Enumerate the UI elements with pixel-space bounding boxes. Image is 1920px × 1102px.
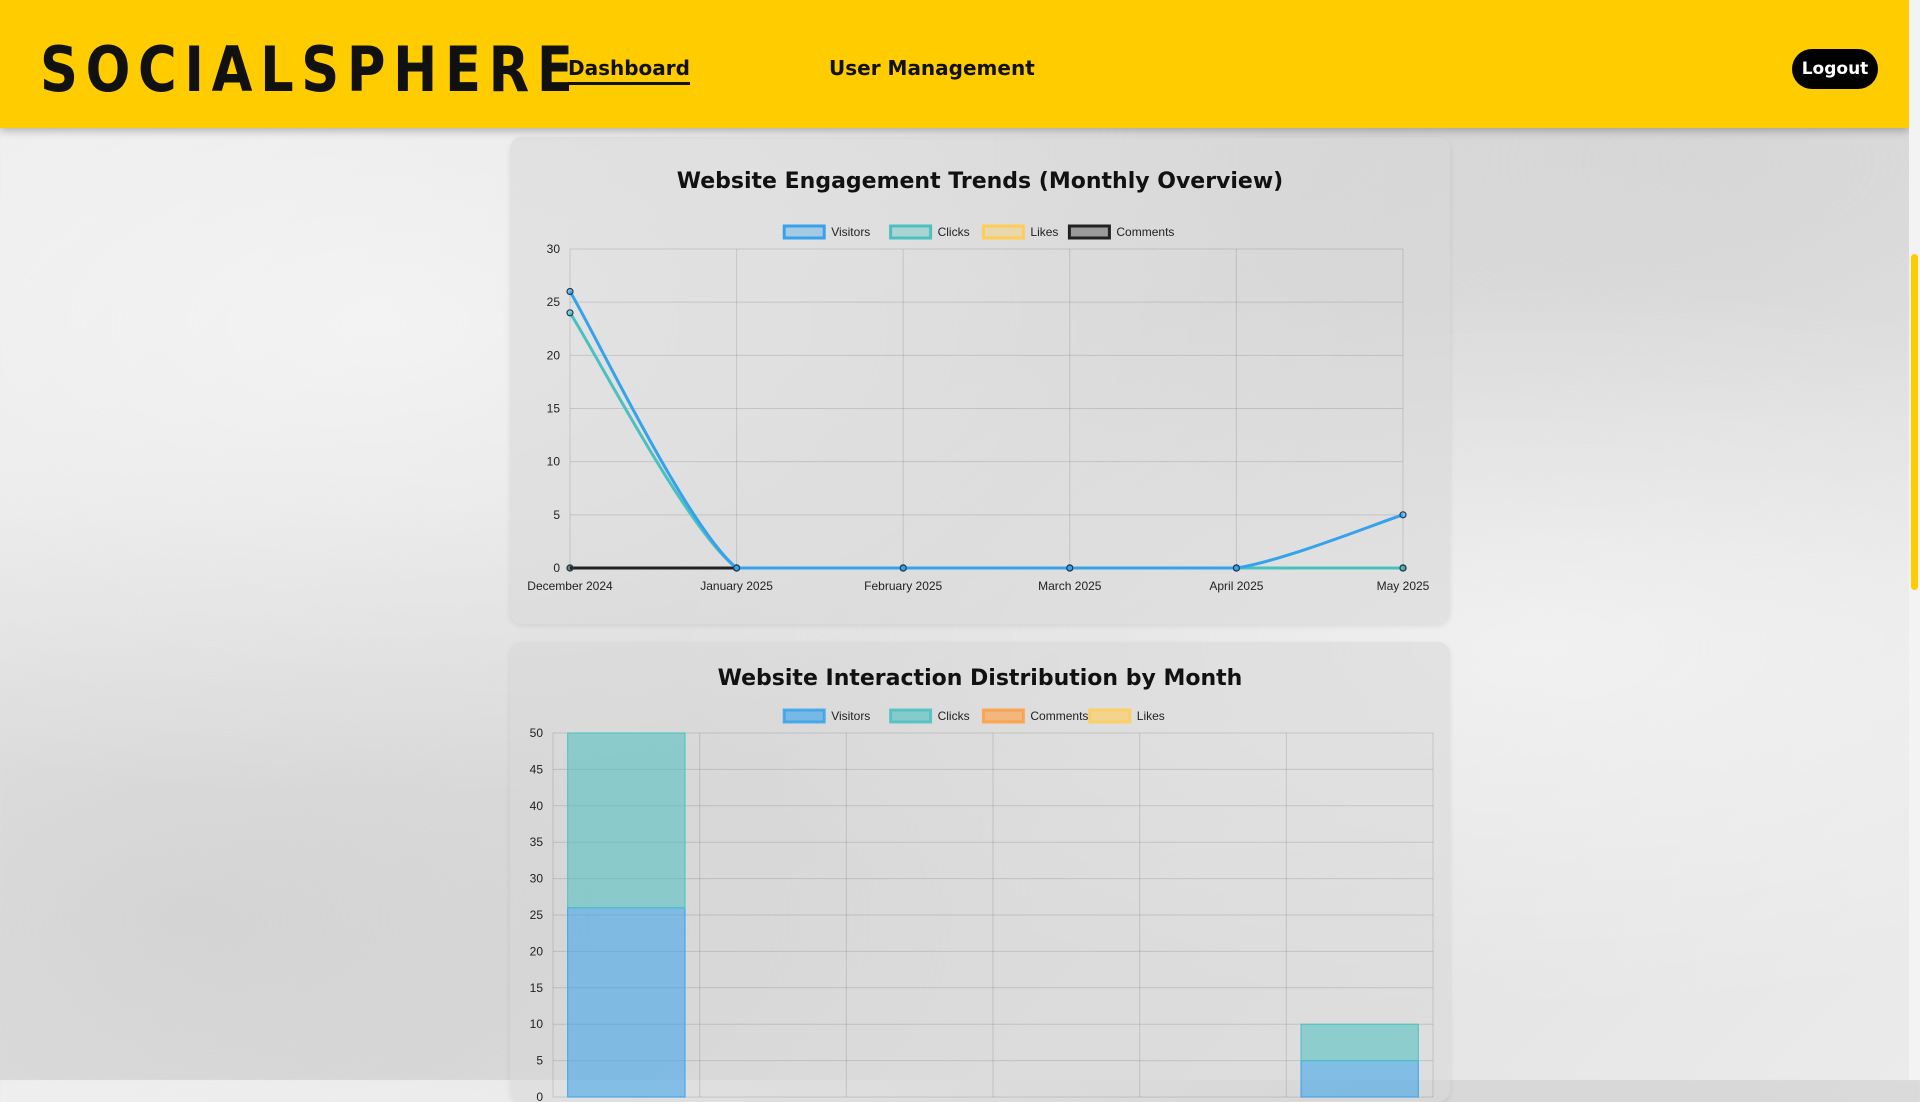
bar-clicks-5 (1300, 1023, 1419, 1062)
y-tick-label: 20 (547, 348, 561, 362)
y-tick-label: 20 (530, 944, 544, 958)
data-point-visitors (1232, 564, 1241, 572)
y-tick-label: 45 (530, 762, 544, 776)
data-point-visitors (1399, 511, 1407, 519)
y-tick-label: 0 (553, 561, 560, 575)
y-tick-label: 25 (530, 908, 544, 922)
legend-swatch-0 (782, 224, 826, 240)
y-tick-label: 15 (547, 402, 561, 416)
data-point-visitors (566, 287, 574, 296)
series-line-clicks (568, 311, 1403, 570)
legend-swatch-3 (1088, 708, 1132, 724)
legend-swatch-2 (981, 708, 1025, 724)
logout-button[interactable]: Logout (1792, 49, 1878, 89)
y-tick-label: 0 (536, 1090, 543, 1102)
engagement-line-chart: 0 5 10 15 20 25 30 December 2024 January 2025 Feb… (527, 224, 1430, 593)
data-point-clicks (566, 309, 574, 317)
x-tick-label: March 2025 (1038, 579, 1102, 593)
y-tick-label: 10 (547, 455, 561, 469)
x-tick-label: May 2025 (1377, 579, 1430, 593)
bar-visitors-0 (567, 907, 686, 1098)
bar-clicks-0 (567, 732, 686, 909)
data-point-visitors (1066, 564, 1074, 572)
y-tick-label: 30 (530, 872, 544, 886)
nav-dashboard-link[interactable]: Dashboard (568, 56, 690, 85)
engagement-trends-card: Website Engagement Trends (Monthly Overv… (510, 137, 1450, 624)
x-tick-label: December 2024 (527, 579, 613, 593)
y-tick-label: 50 (530, 726, 544, 740)
legend-label-3: Likes (1137, 709, 1165, 723)
legend-label-2: Likes (1030, 225, 1058, 239)
top-navbar: SOCIALSPHERE Dashboard User Management L… (0, 0, 1909, 128)
y-tick-label: 15 (530, 981, 544, 995)
legend-label-0: Visitors (831, 709, 870, 723)
legend-label-0: Visitors (831, 225, 870, 239)
data-point-visitors (733, 564, 741, 572)
data-point-comments (566, 564, 574, 572)
legend-label-1: Clicks (938, 709, 970, 723)
legend-label-3: Comments (1116, 225, 1174, 239)
app-logo[interactable]: SOCIALSPHERE (40, 30, 580, 110)
scrollbar-thumb[interactable] (1911, 254, 1918, 590)
y-tick-label: 30 (547, 242, 561, 256)
interaction-distribution-card: Website Interaction Distribution by Mont… (510, 642, 1450, 1102)
data-point-visitors (899, 564, 907, 572)
y-tick-label: 5 (536, 1054, 543, 1068)
nav-user-management-link[interactable]: User Management (829, 56, 1035, 80)
y-tick-label: 5 (553, 508, 560, 522)
legend-swatch-1 (889, 224, 933, 240)
series-line-visitors (568, 290, 1404, 570)
legend-label-1: Clicks (938, 225, 970, 239)
legend-swatch-2 (981, 224, 1025, 240)
legend-swatch-0 (782, 708, 826, 724)
legend-swatch-1 (889, 708, 933, 724)
y-tick-label: 35 (530, 835, 544, 849)
x-tick-label: April 2025 (1209, 579, 1263, 593)
bar-visitors-5 (1300, 1060, 1419, 1098)
x-tick-label: February 2025 (864, 579, 942, 593)
x-tick-label: January 2025 (700, 579, 773, 593)
legend-swatch-3 (1067, 224, 1111, 240)
y-tick-label: 10 (530, 1017, 544, 1031)
y-tick-label: 25 (547, 295, 561, 309)
y-tick-label: 40 (530, 799, 544, 813)
interaction-bar-chart: 0 5 10 15 20 25 30 35 40 45 50 Visitors Clicks Commen… (530, 708, 1434, 1102)
legend-label-2: Comments (1030, 709, 1088, 723)
data-point-clicks (1399, 564, 1407, 572)
